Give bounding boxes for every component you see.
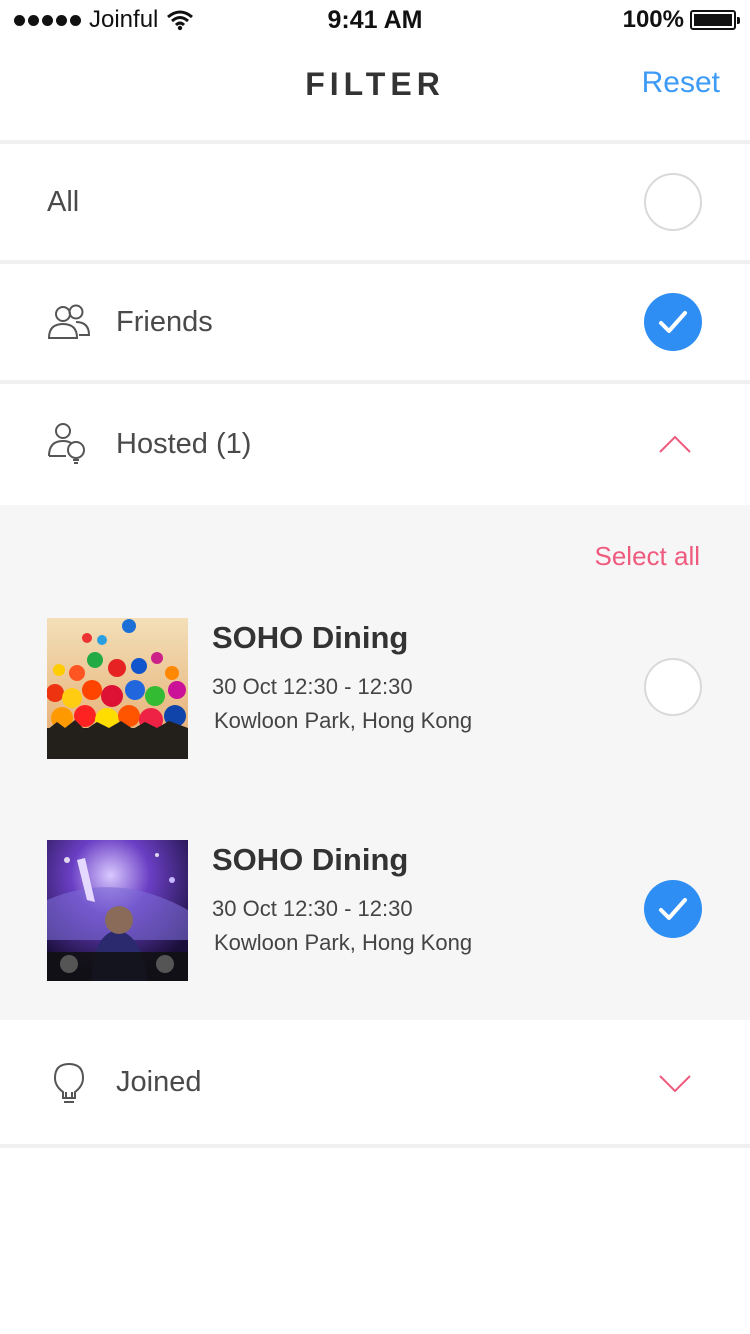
host-icon <box>48 423 85 464</box>
filter-joined-label: Joined <box>116 1065 202 1098</box>
filter-row-all[interactable]: All <box>0 144 750 260</box>
filter-hosted-label: Hosted (1) <box>116 427 252 460</box>
filter-all-label: All <box>47 185 80 218</box>
balloons-photo <box>47 618 188 759</box>
friends-icon <box>47 304 91 339</box>
event-time: 30 Oct 12:30 - 12:30 <box>212 674 413 699</box>
reset-button[interactable]: Reset <box>642 66 720 100</box>
filter-friends-label: Friends <box>116 305 213 338</box>
divider <box>0 1144 750 1148</box>
filter-row-joined[interactable]: Joined <box>0 1020 750 1144</box>
lightbulb-icon <box>53 1062 85 1103</box>
battery-percent: 100% <box>622 6 684 33</box>
chevron-up-icon[interactable] <box>658 434 692 454</box>
event-select-checkbox[interactable] <box>644 880 702 938</box>
page-title: FILTER <box>305 66 445 102</box>
filter-friends-checkbox[interactable] <box>644 293 702 351</box>
battery-icon <box>690 10 740 30</box>
event-time: 30 Oct 12:30 - 12:30 <box>212 896 413 921</box>
event-title: SOHO Dining <box>212 620 409 655</box>
checkmark-icon <box>659 311 687 333</box>
hosted-event-list: Select all SOHO Dining 30 Oct 12:30 - 12… <box>0 505 750 1020</box>
checkmark-icon <box>659 898 687 920</box>
filter-row-friends[interactable]: Friends <box>0 264 750 380</box>
event-location: Kowloon Park, Hong Kong <box>214 930 473 955</box>
filter-row-hosted[interactable]: Hosted (1) <box>0 384 750 504</box>
list-item[interactable]: SOHO Dining 30 Oct 12:30 - 12:30 Kowloon… <box>0 840 750 982</box>
nav-header: FILTER Reset <box>0 40 750 140</box>
filter-all-radio[interactable] <box>644 173 702 231</box>
event-location: Kowloon Park, Hong Kong <box>214 708 473 733</box>
select-all-button[interactable]: Select all <box>595 541 701 572</box>
status-right: 100% <box>622 6 740 34</box>
dj-concert-photo <box>47 840 188 981</box>
list-item[interactable]: SOHO Dining 30 Oct 12:30 - 12:30 Kowloon… <box>0 618 750 760</box>
chevron-down-icon[interactable] <box>658 1074 692 1094</box>
status-bar: Joinful 9:41 AM 100% <box>0 0 750 40</box>
event-title: SOHO Dining <box>212 842 409 877</box>
event-select-radio[interactable] <box>644 658 702 716</box>
